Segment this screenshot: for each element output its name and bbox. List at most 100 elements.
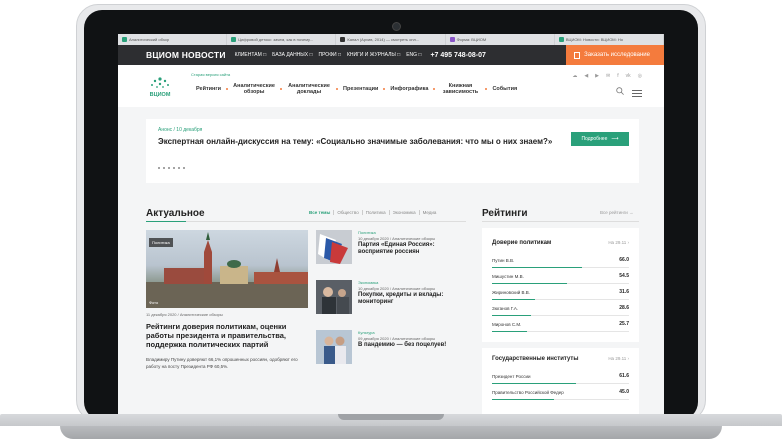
browser-tab[interactable]: Цифровой детокс: зачем, как в почему... [227, 34, 337, 45]
actual-accent-line [146, 221, 186, 222]
more-button[interactable]: Подробнее ⟶ [571, 132, 629, 146]
rating-name: Мишустин М.В. [492, 274, 524, 279]
all-ratings-link[interactable]: Все рейтинги → [600, 210, 634, 215]
news-title[interactable]: Покупки, кредиты и вклады: мониторинг [358, 292, 468, 306]
nav-analytic-reviews[interactable]: Аналитические обзоры [228, 83, 280, 95]
filter-society[interactable]: Общество [333, 210, 361, 215]
rating-bar [492, 299, 535, 300]
rating-bar [492, 331, 527, 332]
rating-row[interactable]: Правительство Российской Федер 45.0 [492, 388, 629, 400]
rating-row[interactable]: Президент России 61.6 [492, 372, 629, 384]
rating-row[interactable]: Зюганов Г.А. 28.6 [492, 304, 629, 316]
menu-icon[interactable] [632, 90, 642, 97]
top-nav: КЛИЕНТАМ □ БАЗА ДАННЫХ □ ПРОФИ □ КНИГИ И… [232, 52, 425, 58]
feature-text: Владимиру Путину доверяют 66,1% опрошенн… [146, 357, 298, 369]
webcam [392, 22, 401, 31]
logo-text: ВЦИОМ [150, 92, 171, 98]
news-category[interactable]: Политика [358, 230, 376, 235]
mail-icon[interactable]: ✉ [606, 73, 610, 79]
news-category[interactable]: Культура [358, 330, 375, 335]
news-item[interactable]: Политика 10 декабря 2020 / Аналитические… [316, 230, 466, 270]
nav-ratings[interactable]: Рейтинги [191, 86, 226, 92]
browser-tab[interactable]: Канал (Архив, 2014) — смотреть онл... [336, 34, 446, 45]
laptop-notch [338, 414, 444, 420]
announcement-card[interactable]: Анонс / 10 декабря Экспертная онлайн-дис… [146, 119, 639, 183]
slider-dot[interactable] [163, 167, 165, 169]
rating-row[interactable]: Жириновский В.В. 31.6 [492, 288, 629, 300]
feature-image[interactable]: Политика Фото [146, 230, 308, 308]
more-button-label: Подробнее [581, 136, 608, 142]
tab-label: Аналитический обзор [129, 37, 170, 42]
youtube-icon[interactable]: ▶ [595, 73, 599, 79]
social-links: ☁ ◀ ▶ ✉ f vk ◎ [572, 73, 642, 79]
tab-label: Цифровой детокс: зачем, как в почему... [238, 37, 313, 42]
rating-row[interactable]: Мишустин М.В. 54.5 [492, 272, 629, 284]
facebook-icon[interactable]: f [617, 73, 618, 79]
topnav-database[interactable]: БАЗА ДАННЫХ □ [269, 52, 315, 58]
nav-infographics[interactable]: Инфографика [385, 86, 433, 92]
photo-label: Фото [149, 300, 159, 305]
browser-tab[interactable]: Аналитический обзор [118, 34, 228, 45]
cloud-icon[interactable]: ☁ [572, 73, 577, 79]
topnav-clients[interactable]: КЛИЕНТАМ □ [232, 52, 270, 58]
browser-tab[interactable]: ВЦИОМ: Новости: ВЦИОМ: Но [555, 34, 664, 45]
announcement-label: Анонс / 10 декабря [158, 127, 203, 133]
telegram-icon[interactable]: ◀ [584, 73, 588, 79]
rating-row[interactable]: Миронов С.М. 25.7 [492, 320, 629, 332]
filter-politics[interactable]: Политика [361, 210, 389, 215]
institutions-title[interactable]: Государственные институты [492, 356, 578, 362]
news-title[interactable]: Партия «Единая Россия»: восприятие росси… [358, 242, 468, 256]
slider-dot[interactable] [178, 167, 180, 169]
slider-dot[interactable] [168, 167, 170, 169]
slider-dot[interactable] [158, 167, 160, 169]
news-thumb-flag [316, 230, 352, 264]
topic-filters: Все темы Общество Политика Экономика Мед… [306, 210, 439, 215]
instagram-icon[interactable]: ◎ [638, 73, 642, 79]
rating-name: Зюганов Г.А. [492, 306, 519, 311]
institutions-date[interactable]: На 29.11 › [608, 356, 629, 361]
feature-date: 11 декабря 2020 / Аналитические обзоры [146, 312, 223, 317]
nav-presentations[interactable]: Презентации [338, 86, 383, 92]
topnav-profi[interactable]: ПРОФИ □ [315, 52, 344, 58]
order-research-button[interactable]: Заказать исследование [566, 45, 664, 65]
news-meta: 09 декабря 2020 / Аналитические обзоры [358, 336, 436, 341]
nav-events[interactable]: События [487, 86, 522, 92]
news-item[interactable]: Культура 09 декабря 2020 / Аналитические… [316, 330, 466, 370]
phone-number[interactable]: +7 495 748-08-07 [430, 52, 485, 59]
topnav-eng[interactable]: ENG □ [403, 52, 424, 58]
brand-title[interactable]: ВЦИОМ НОВОСТИ [146, 50, 226, 60]
slider-dot[interactable] [173, 167, 175, 169]
filter-all[interactable]: Все темы [306, 210, 333, 215]
trust-title[interactable]: Доверие политикам [492, 240, 551, 246]
rating-name: Путин В.В. [492, 258, 515, 263]
rating-name: Миронов С.М. [492, 322, 522, 327]
news-category[interactable]: Экономика [358, 280, 378, 285]
trust-date[interactable]: На 29.11 › [608, 240, 629, 245]
news-item[interactable]: Экономика 10 декабря 2020 / Аналитически… [316, 280, 466, 320]
topnav-books[interactable]: КНИГИ И ЖУРНАЛЫ □ [344, 52, 403, 58]
filter-economy[interactable]: Экономика [388, 210, 419, 215]
tab-label: Форма: ВЦИОМ [456, 37, 487, 42]
laptop-base [0, 414, 782, 439]
news-title[interactable]: В пандемию — без поцелуев! [358, 342, 468, 349]
ratings-divider [482, 221, 639, 222]
tab-label: Канал (Архив, 2014) — смотреть онл... [347, 37, 420, 42]
main-nav: Рейтинги Аналитические обзоры Аналитичес… [191, 83, 522, 95]
rating-value: 25.7 [619, 321, 629, 327]
tab-favicon-icon [231, 37, 237, 42]
browser-tab[interactable]: Форма: ВЦИОМ [446, 34, 555, 45]
old-version-link[interactable]: Старая версия сайта [191, 72, 230, 77]
filter-media[interactable]: Медиа [418, 210, 440, 215]
slider-dot[interactable] [183, 167, 185, 169]
feature-tag[interactable]: Политика [149, 238, 173, 247]
nav-analytic-reports[interactable]: Аналитические доклады [282, 83, 336, 95]
nav-book-addiction[interactable]: Книжная зависимость [435, 83, 485, 95]
rating-value: 45.0 [619, 389, 629, 395]
search-icon[interactable] [616, 87, 624, 95]
announcement-title[interactable]: Экспертная онлайн-дискуссия на тему: «Со… [158, 137, 552, 146]
rating-value: 61.6 [619, 373, 629, 379]
vciom-logo[interactable]: ВЦИОМ [146, 75, 174, 99]
feature-title[interactable]: Рейтинги доверия политикам, оценки работ… [146, 322, 311, 349]
rating-row[interactable]: Путин В.В. 66.0 [492, 256, 629, 268]
vk-icon[interactable]: vk [626, 73, 631, 79]
